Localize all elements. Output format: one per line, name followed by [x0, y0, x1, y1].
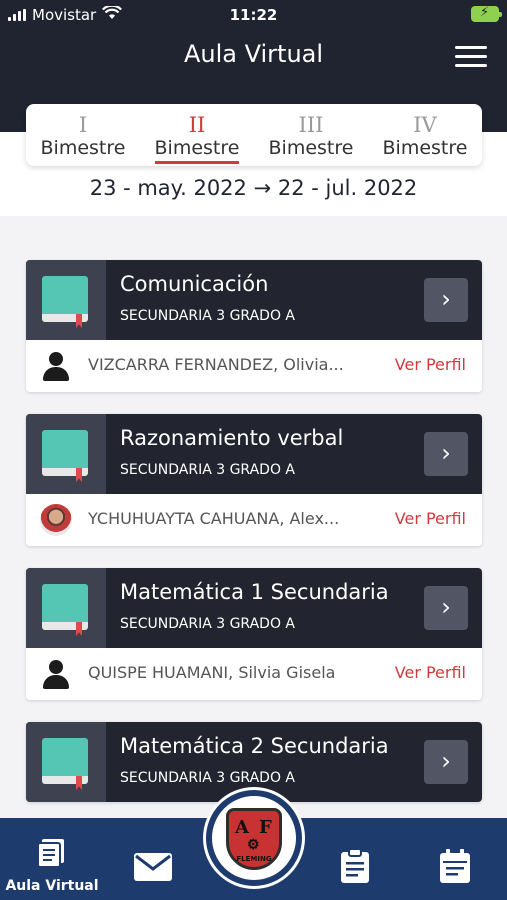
course-card: Razonamiento verbal SECUNDARIA 3 GRADO A… [26, 414, 482, 546]
chevron-right-icon[interactable]: › [424, 740, 468, 784]
term-tab-4[interactable]: IV Bimestre [368, 104, 482, 166]
nav-aula-virtual[interactable]: Aula Virtual [4, 838, 100, 894]
battery-charging-icon: ⚡ [471, 5, 502, 22]
nav-calendar[interactable] [438, 848, 472, 888]
school-crest-button[interactable]: A F ⚙ FLEMING [206, 790, 302, 886]
course-grade: SECUNDARIA 3 GRADO A [120, 462, 295, 478]
term-tab-2[interactable]: II Bimestre [140, 104, 254, 166]
term-label: Bimestre [40, 137, 126, 159]
book-icon [26, 260, 106, 340]
crest-text: FLEMING [236, 855, 272, 863]
teacher-name: VIZCARRA FERNANDEZ, Olivia... [88, 355, 344, 374]
teacher-row: VIZCARRA FERNANDEZ, Olivia... Ver Perfil [26, 340, 482, 392]
teacher-name: QUISPE HUAMANI, Silvia Gisela [88, 663, 336, 682]
page-title: Aula Virtual [183, 40, 324, 68]
chevron-right-icon[interactable]: › [424, 586, 468, 630]
term-numeral: IV [413, 113, 437, 137]
notebook-icon [4, 838, 100, 872]
course-card: Matemática 1 Secundaria SECUNDARIA 3 GRA… [26, 568, 482, 700]
calendar-icon [438, 848, 472, 888]
course-grade: SECUNDARIA 3 GRADO A [120, 770, 295, 786]
view-profile-link[interactable]: Ver Perfil [395, 355, 466, 374]
course-grade: SECUNDARIA 3 GRADO A [120, 308, 295, 324]
teacher-avatar [40, 504, 72, 536]
book-icon [26, 568, 106, 648]
nav-messages[interactable] [132, 852, 174, 886]
date-range: 23 - may. 2022 → 22 - jul. 2022 [89, 176, 418, 200]
course-card: Comunicación SECUNDARIA 3 GRADO A › VIZC… [26, 260, 482, 392]
term-tab-3[interactable]: III Bimestre [254, 104, 368, 166]
term-tab-1[interactable]: I Bimestre [26, 104, 140, 166]
course-name: Razonamiento verbal [120, 426, 344, 450]
hamburger-menu-icon[interactable] [455, 46, 487, 68]
clipboard-icon [338, 848, 372, 888]
status-bar: Movistar 11:22 ⚡ [0, 0, 507, 30]
mail-icon [132, 852, 174, 886]
course-header[interactable]: Comunicación SECUNDARIA 3 GRADO A › [26, 260, 482, 340]
nav-tasks[interactable] [338, 848, 372, 888]
term-label: Bimestre [268, 137, 354, 159]
course-name: Matemática 1 Secundaria [120, 580, 389, 604]
clock: 11:22 [229, 6, 278, 24]
course-grade: SECUNDARIA 3 GRADO A [120, 616, 295, 632]
course-name: Matemática 2 Secundaria [120, 734, 389, 758]
teacher-row: YCHUHUAYTA CAHUANA, Alex... Ver Perfil [26, 494, 482, 546]
teacher-name: YCHUHUAYTA CAHUANA, Alex... [88, 509, 340, 528]
nav-label: Aula Virtual [5, 878, 99, 894]
view-profile-link[interactable]: Ver Perfil [395, 663, 466, 682]
term-label: Bimestre [382, 137, 468, 159]
term-numeral: I [78, 113, 88, 137]
term-numeral: III [298, 113, 324, 137]
view-profile-link[interactable]: Ver Perfil [395, 509, 466, 528]
course-header[interactable]: Razonamiento verbal SECUNDARIA 3 GRADO A… [26, 414, 482, 494]
book-icon [26, 722, 106, 802]
person-icon [40, 658, 72, 690]
course-name: Comunicación [120, 272, 269, 296]
chevron-right-icon[interactable]: › [424, 278, 468, 322]
term-selector: I Bimestre II Bimestre III Bimestre IV B… [26, 104, 482, 166]
term-numeral: II [188, 113, 206, 137]
person-icon [40, 350, 72, 382]
term-label: Bimestre [154, 136, 240, 164]
course-list: Comunicación SECUNDARIA 3 GRADO A › VIZC… [26, 260, 482, 824]
teacher-row: QUISPE HUAMANI, Silvia Gisela Ver Perfil [26, 648, 482, 700]
book-icon [26, 414, 106, 494]
chevron-right-icon[interactable]: › [424, 432, 468, 476]
school-crest-logo: A F ⚙ FLEMING [226, 808, 282, 870]
course-header[interactable]: Matemática 1 Secundaria SECUNDARIA 3 GRA… [26, 568, 482, 648]
